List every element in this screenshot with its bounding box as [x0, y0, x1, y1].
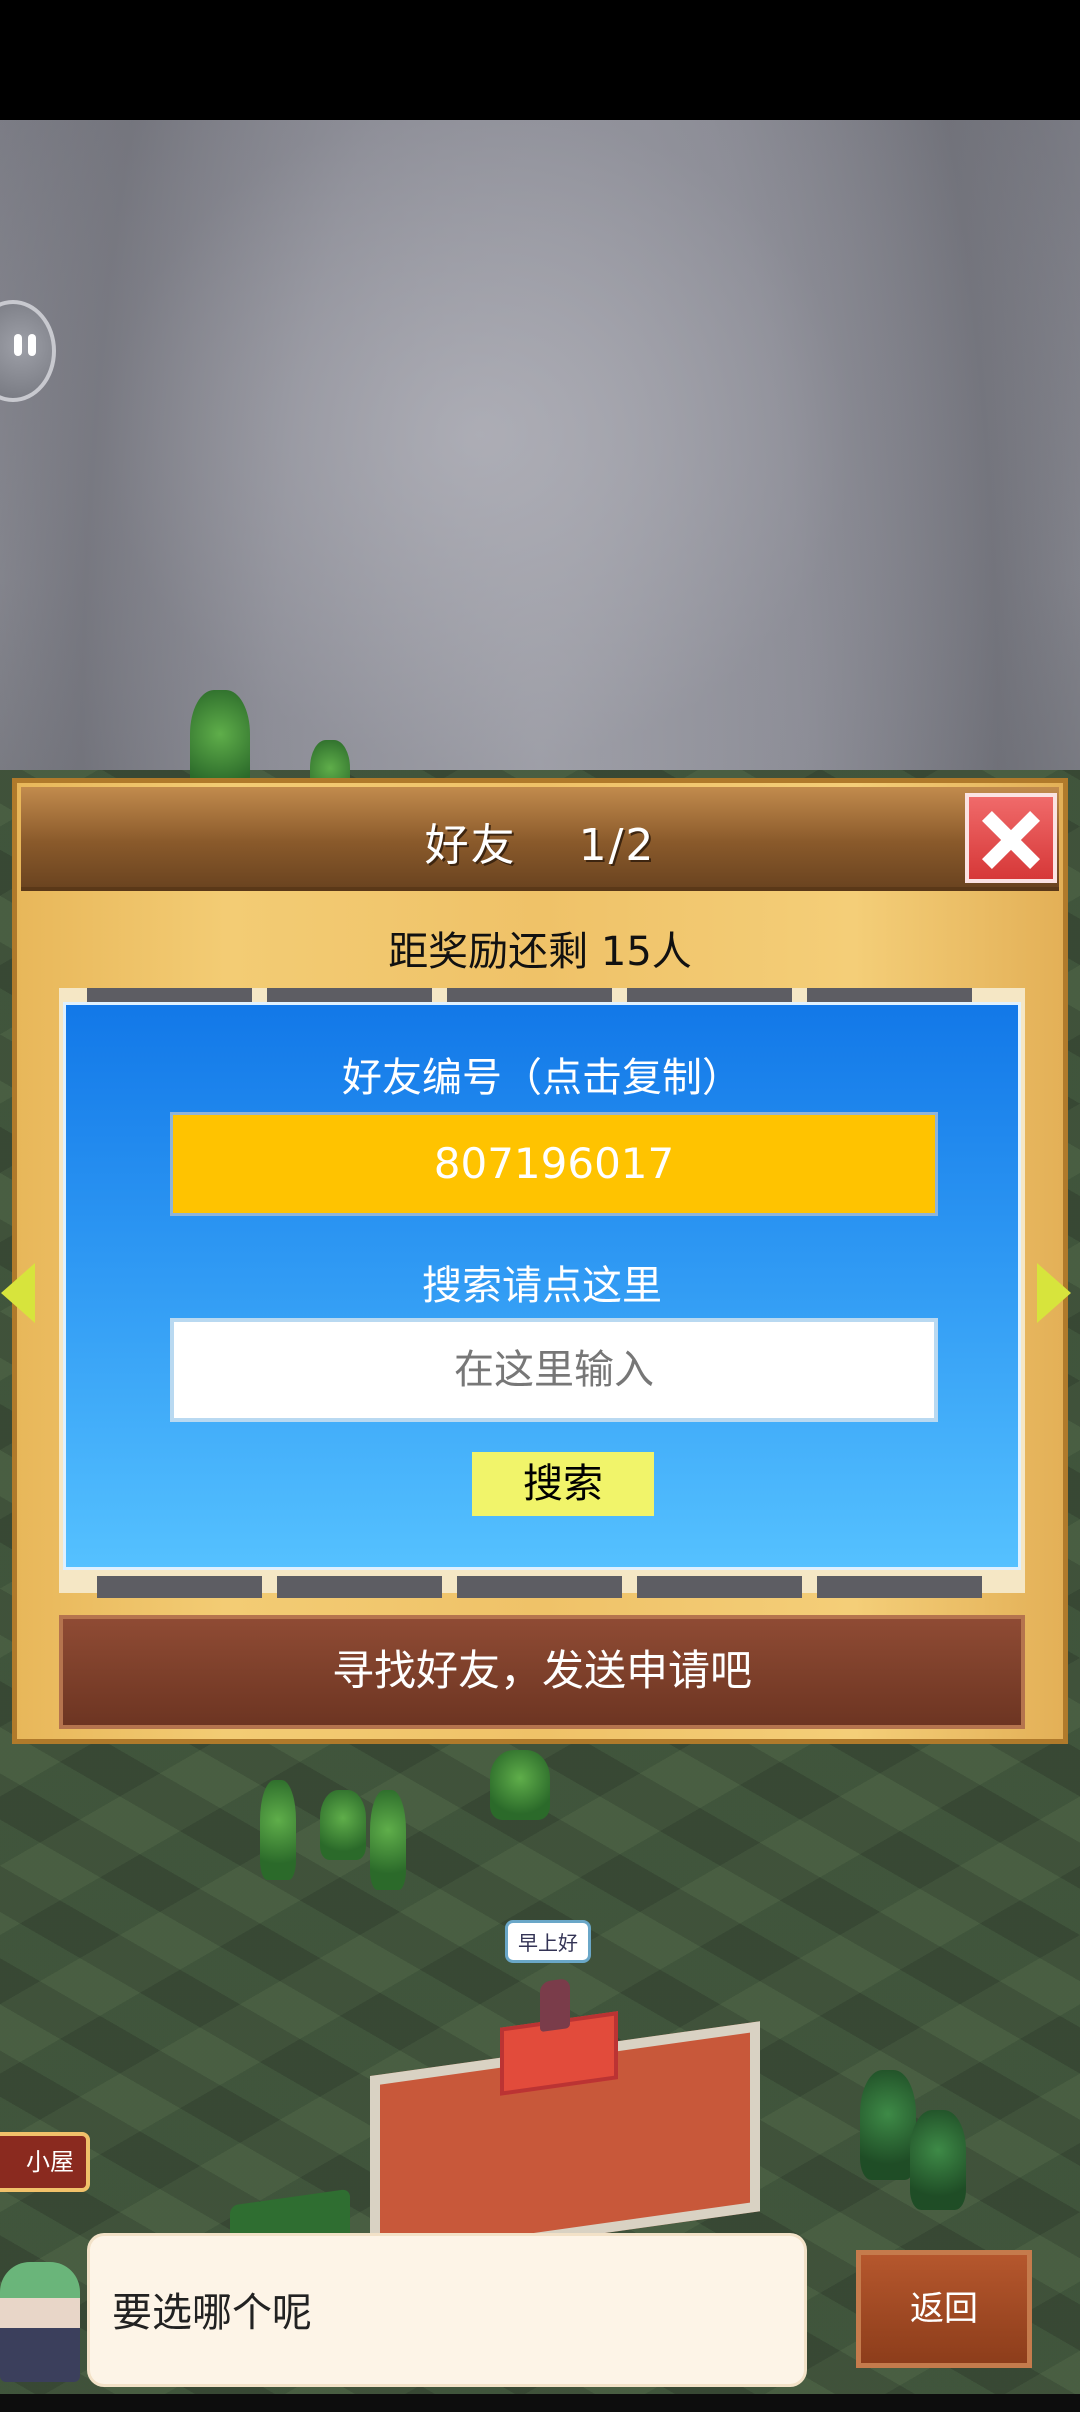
search-input[interactable]: 在这里输入: [170, 1318, 938, 1422]
chat-dot: [14, 334, 22, 356]
cactus: [260, 1780, 296, 1880]
back-button[interactable]: 返回: [856, 2250, 1032, 2368]
nav-bar: [0, 2394, 1080, 2412]
message-text: 要选哪个呢: [112, 2290, 312, 2336]
greeting-bubble: 早上好: [505, 1920, 591, 1963]
friend-id-copy-box[interactable]: 807196017: [170, 1112, 938, 1216]
find-friends-button[interactable]: 寻找好友，发送申请吧: [59, 1615, 1025, 1729]
cactus: [370, 1790, 406, 1890]
tree: [490, 1750, 550, 1820]
friends-dialog: 好友 1/2 距奖励还剩 15人 好友编号（点击复制） 807196017 搜索…: [1, 778, 1071, 1744]
page-tab: [97, 1576, 262, 1598]
search-label: 搜索请点这里: [422, 1263, 662, 1309]
advisor-avatar: [0, 2262, 80, 2382]
page-tab: [817, 1576, 982, 1598]
page-tab: [637, 1576, 802, 1598]
page-indicator-bottom: [59, 1576, 1025, 1598]
reward-remaining: 距奖励还剩 15人: [388, 929, 692, 975]
search-button[interactable]: 搜索: [472, 1452, 654, 1516]
status-bar: [0, 0, 1080, 120]
pine-tree: [910, 2110, 966, 2210]
page-tab: [277, 1576, 442, 1598]
arrow-right-icon[interactable]: [1037, 1263, 1071, 1323]
arrow-left-icon[interactable]: [1, 1263, 35, 1323]
cactus: [320, 1790, 366, 1860]
dialog-titlebar: 好友 1/2: [21, 787, 1059, 891]
message-box: 要选哪个呢: [90, 2236, 804, 2384]
pine-tree: [860, 2070, 916, 2180]
hut-label[interactable]: 小屋: [0, 2132, 90, 2192]
friend-id-label: 好友编号（点击复制）: [342, 1055, 742, 1101]
close-button[interactable]: [965, 793, 1057, 883]
friend-panel-frame: 好友编号（点击复制） 807196017 搜索请点这里 在这里输入 搜索: [59, 988, 1025, 1598]
page-tab: [457, 1576, 622, 1598]
friend-panel: 好友编号（点击复制） 807196017 搜索请点这里 在这里输入 搜索: [63, 1002, 1021, 1570]
dialog-title: 好友 1/2: [424, 820, 656, 871]
character-girl: [540, 1977, 570, 2033]
chat-dot: [28, 334, 36, 356]
